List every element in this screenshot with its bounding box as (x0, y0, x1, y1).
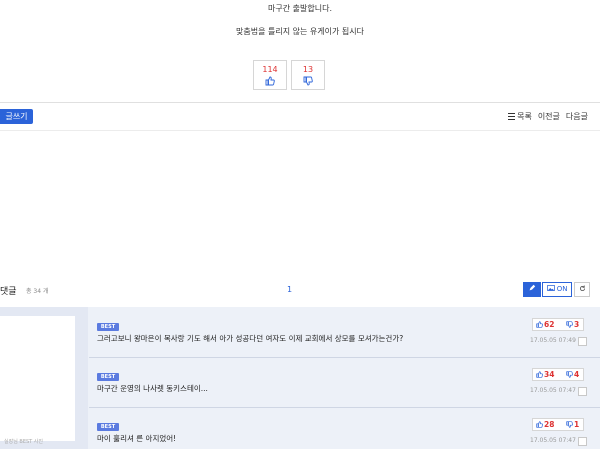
comment-timestamp: 17.05.05 07:49 (530, 337, 576, 344)
comment-vote-box: 62 3 (532, 318, 584, 331)
comment-separator (89, 357, 600, 358)
comments-title: 댓글 (0, 287, 17, 297)
comment-upvote-button[interactable]: 62 (536, 319, 554, 330)
post-navigation: 목록 이전글 다음글 (508, 111, 588, 122)
best-badge: BEST (97, 423, 119, 431)
comment-text: 마구간 운영의 나사렛 동키스테이... (97, 384, 208, 393)
comment-text: 마이 훌리셔 른 아지었어! (97, 434, 177, 443)
article-text-line-2: 맞춤법을 틀리지 않는 유게이가 됩시다 (236, 27, 364, 36)
report-icon[interactable] (578, 437, 587, 446)
thumbs-up-icon (536, 321, 543, 328)
next-post-link[interactable]: 다음글 (566, 111, 588, 122)
thumbs-up-icon (536, 371, 543, 378)
comment-downvote-count: 3 (574, 320, 580, 329)
image-toggle-label: ON (556, 285, 568, 293)
comment-timestamp: 17.05.05 07:47 (530, 387, 576, 394)
list-icon (508, 113, 516, 120)
comment-downvote-button[interactable]: 3 (566, 319, 579, 330)
downvote-count: 13 (302, 65, 314, 74)
refresh-button[interactable] (574, 282, 590, 297)
best-badge: BEST (97, 373, 119, 381)
comment-downvote-button[interactable]: 4 (566, 369, 579, 380)
comment-text: 그러고보니 왕마은이 목사랑 기도 해서 아가 성공다던 여자도 이제 교회에서… (97, 334, 404, 343)
write-button[interactable]: 글쓰기 (0, 109, 33, 124)
comments-area (0, 307, 600, 449)
prev-post-link[interactable]: 이전글 (538, 111, 560, 122)
report-icon[interactable] (578, 337, 587, 346)
thumbs-down-icon (566, 421, 573, 428)
best-image-box (0, 316, 75, 441)
comments-count: 총 34 개 (26, 288, 49, 295)
thumbs-down-icon (566, 321, 573, 328)
comment-downvote-button[interactable]: 1 (566, 419, 579, 430)
nav-divider (0, 130, 600, 131)
thumbs-down-icon (566, 371, 573, 378)
comment-vote-box: 34 4 (532, 368, 584, 381)
report-icon[interactable] (578, 387, 587, 396)
image-icon (546, 285, 555, 291)
refresh-icon (579, 285, 585, 292)
comment-upvote-count: 62 (544, 320, 555, 329)
comment-downvote-count: 4 (574, 370, 580, 379)
downvote-button[interactable]: 13 (291, 60, 325, 90)
comment-vote-box: 28 1 (532, 418, 584, 431)
comment-upvote-count: 34 (544, 370, 555, 379)
thumbs-up-icon (536, 421, 543, 428)
comment-upvote-button[interactable]: 28 (536, 419, 554, 430)
thumbs-up-icon (265, 76, 275, 86)
list-link[interactable]: 목록 (508, 111, 532, 122)
comment-separator (89, 407, 600, 408)
comment-upvote-count: 28 (544, 420, 555, 429)
pencil-icon (529, 284, 536, 291)
best-image-caption: 실장님 BEST 사진 (4, 439, 43, 445)
comment-downvote-count: 1 (574, 420, 580, 429)
article-text-line-1: 마구간 출발합니다. (268, 4, 332, 13)
thumbs-down-icon (303, 76, 313, 86)
comment-timestamp: 17.05.05 07:47 (530, 437, 576, 444)
comment-upvote-button[interactable]: 34 (536, 369, 554, 380)
upvote-count: 114 (262, 65, 278, 74)
list-label: 목록 (517, 112, 532, 121)
upvote-button[interactable]: 114 (253, 60, 287, 90)
best-badge: BEST (97, 323, 119, 331)
article-divider (0, 102, 600, 103)
comments-page-number[interactable]: 1 (287, 285, 292, 294)
image-toggle-button[interactable]: ON (542, 282, 572, 297)
write-comment-button[interactable] (523, 282, 541, 297)
